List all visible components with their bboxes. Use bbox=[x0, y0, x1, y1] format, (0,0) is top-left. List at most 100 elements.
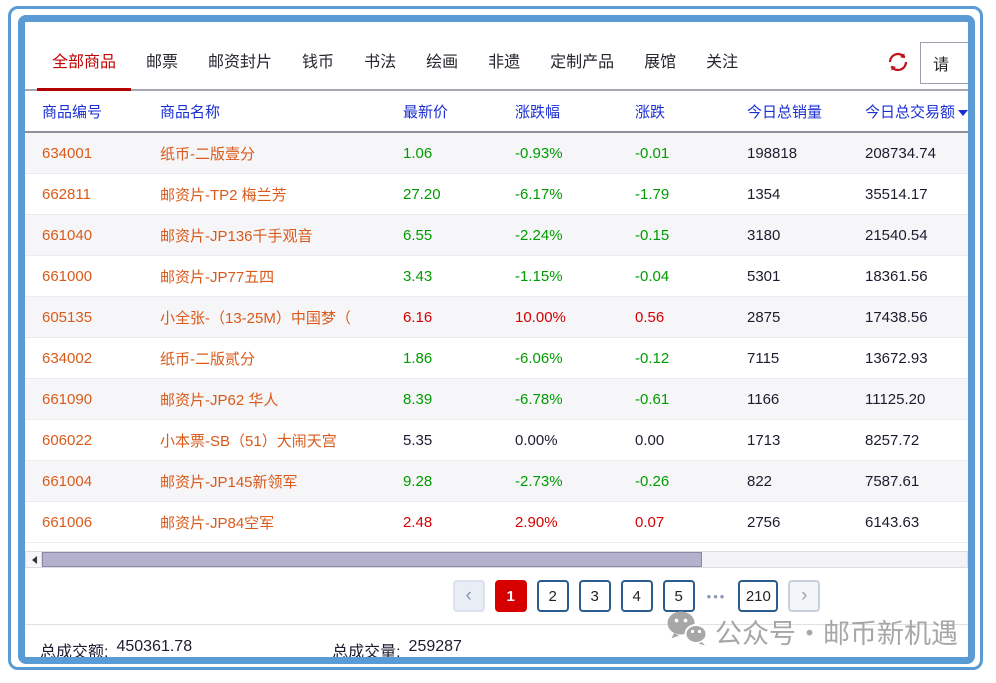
total-amount: 总成交额: 450361.78 bbox=[40, 638, 192, 662]
cell-latest-price: 3.43 bbox=[403, 268, 515, 285]
column-header-volume[interactable]: 今日总销量 bbox=[747, 101, 865, 122]
cell-product-id: 605135 bbox=[42, 309, 160, 326]
triangle-left-icon bbox=[28, 556, 37, 564]
cell-change-pct: 2.90% bbox=[515, 514, 635, 531]
cell-amount: 7587.61 bbox=[865, 473, 968, 490]
horizontal-scrollbar bbox=[25, 551, 968, 568]
pagination-ellipsis: ••• bbox=[707, 589, 727, 604]
refresh-button[interactable] bbox=[886, 50, 910, 74]
cell-product-id: 662811 bbox=[42, 186, 160, 203]
cell-latest-price: 5.35 bbox=[403, 432, 515, 449]
column-header-amount-label: 今日总交易额 bbox=[865, 104, 955, 121]
cell-product-name: 小全张-（13-25M）中国梦（ bbox=[160, 307, 403, 328]
column-header-product-name[interactable]: 商品名称 bbox=[160, 101, 403, 122]
column-header-product-id[interactable]: 商品编号 bbox=[42, 101, 160, 122]
table-row[interactable]: 661004邮资片-JP145新领军9.28-2.73%-0.268227587… bbox=[25, 461, 968, 502]
tab-item[interactable]: 邮资封片 bbox=[193, 30, 287, 89]
table-row[interactable]: 661000邮资片-JP77五四3.43-1.15%-0.04530118361… bbox=[25, 256, 968, 297]
table-row[interactable]: 606022小本票-SB（51）大闹天宫5.350.00%0.001713825… bbox=[25, 420, 968, 461]
cell-volume: 1354 bbox=[747, 186, 865, 203]
scrollbar-track[interactable] bbox=[42, 552, 967, 567]
tab-item[interactable]: 全部商品 bbox=[37, 30, 131, 89]
table-row[interactable]: 634002纸币-二版贰分1.86-6.06%-0.12711513672.93 bbox=[25, 338, 968, 379]
cell-change: 0.07 bbox=[635, 514, 747, 531]
page-button[interactable]: 5 bbox=[663, 580, 695, 612]
tab-item[interactable]: 非遗 bbox=[473, 30, 535, 89]
summary-bar: 总成交额: 450361.78 总成交量: 259287 bbox=[25, 624, 968, 662]
cell-change: -0.12 bbox=[635, 350, 747, 367]
cell-change: -1.79 bbox=[635, 186, 747, 203]
table-header: 商品编号 商品名称 最新价 涨跌幅 涨跌 今日总销量 今日总交易额 bbox=[25, 91, 968, 133]
cell-product-id: 606022 bbox=[42, 432, 160, 449]
cell-amount: 18361.56 bbox=[865, 268, 968, 285]
cell-latest-price: 6.55 bbox=[403, 227, 515, 244]
cell-product-id: 661006 bbox=[42, 514, 160, 531]
total-volume: 总成交量: 259287 bbox=[332, 638, 462, 662]
cell-change: 0.56 bbox=[635, 309, 747, 326]
pagination: ‹ 12345 ••• 210 › bbox=[165, 580, 975, 612]
cell-change-pct: -6.06% bbox=[515, 350, 635, 367]
refresh-icon bbox=[886, 62, 910, 77]
cell-latest-price: 6.16 bbox=[403, 309, 515, 326]
cell-amount: 11125.20 bbox=[865, 391, 968, 408]
cell-volume: 1166 bbox=[747, 391, 865, 408]
cell-change-pct: -6.17% bbox=[515, 186, 635, 203]
total-volume-label: 总成交量: bbox=[332, 638, 400, 662]
cell-change: -0.26 bbox=[635, 473, 747, 490]
table-row[interactable]: 661040邮资片-JP136千手观音6.55-2.24%-0.15318021… bbox=[25, 215, 968, 256]
page-button[interactable]: 2 bbox=[537, 580, 569, 612]
total-amount-label: 总成交额: bbox=[40, 638, 108, 662]
table-row[interactable]: 605135小全张-（13-25M）中国梦（6.1610.00%0.562875… bbox=[25, 297, 968, 338]
cell-latest-price: 1.06 bbox=[403, 145, 515, 162]
tab-item[interactable]: 邮票 bbox=[131, 30, 193, 89]
column-header-change-pct[interactable]: 涨跌幅 bbox=[515, 101, 635, 122]
tab-item[interactable]: 关注 bbox=[691, 30, 753, 89]
scrollbar-thumb[interactable] bbox=[42, 552, 702, 567]
tab-item[interactable]: 钱币 bbox=[287, 30, 349, 89]
cell-product-name: 小本票-SB（51）大闹天宫 bbox=[160, 430, 403, 451]
cell-latest-price: 2.48 bbox=[403, 514, 515, 531]
cell-product-id: 661000 bbox=[42, 268, 160, 285]
scroll-left-button[interactable] bbox=[26, 552, 42, 567]
page-button[interactable]: 3 bbox=[579, 580, 611, 612]
cell-amount: 13672.93 bbox=[865, 350, 968, 367]
cell-change: 0.00 bbox=[635, 432, 747, 449]
cell-volume: 2756 bbox=[747, 514, 865, 531]
cell-product-name: 邮资片-JP84空军 bbox=[160, 512, 403, 533]
table-row[interactable]: 661090邮资片-JP62 华人8.39-6.78%-0.6111661112… bbox=[25, 379, 968, 420]
table-row[interactable]: 662811邮资片-TP2 梅兰芳27.20-6.17%-1.791354355… bbox=[25, 174, 968, 215]
column-header-change[interactable]: 涨跌 bbox=[635, 101, 747, 122]
next-page-button[interactable]: › bbox=[788, 580, 820, 612]
cell-amount: 208734.74 bbox=[865, 145, 968, 162]
page-button[interactable]: 4 bbox=[621, 580, 653, 612]
cell-change-pct: 10.00% bbox=[515, 309, 635, 326]
search-input[interactable]: 请 bbox=[920, 42, 975, 84]
tab-item[interactable]: 定制产品 bbox=[535, 30, 629, 89]
tab-item[interactable]: 书法 bbox=[349, 30, 411, 89]
tab-item[interactable]: 展馆 bbox=[629, 30, 691, 89]
cell-product-name: 纸币-二版贰分 bbox=[160, 348, 403, 369]
last-page-button[interactable]: 210 bbox=[738, 580, 778, 612]
column-header-latest-price[interactable]: 最新价 bbox=[403, 101, 515, 122]
cell-change-pct: 0.00% bbox=[515, 432, 635, 449]
tab-item[interactable]: 绘画 bbox=[411, 30, 473, 89]
cell-product-id: 661040 bbox=[42, 227, 160, 244]
cell-change: -0.61 bbox=[635, 391, 747, 408]
cell-volume: 2875 bbox=[747, 309, 865, 326]
cell-change-pct: -2.24% bbox=[515, 227, 635, 244]
cell-change: -0.04 bbox=[635, 268, 747, 285]
prev-page-button[interactable]: ‹ bbox=[453, 580, 485, 612]
cell-volume: 822 bbox=[747, 473, 865, 490]
cell-amount: 6143.63 bbox=[865, 514, 968, 531]
market-panel: 全部商品邮票邮资封片钱币书法绘画非遗定制产品展馆关注 请 商品编号 商品名称 最… bbox=[18, 15, 975, 664]
page-button-active[interactable]: 1 bbox=[495, 580, 527, 612]
column-header-amount[interactable]: 今日总交易额 bbox=[865, 101, 968, 122]
cell-volume: 3180 bbox=[747, 227, 865, 244]
cell-product-id: 661090 bbox=[42, 391, 160, 408]
table-row[interactable]: 661006邮资片-JP84空军2.482.90%0.0727566143.63 bbox=[25, 502, 968, 543]
table-row[interactable]: 634001纸币-二版壹分1.06-0.93%-0.01198818208734… bbox=[25, 133, 968, 174]
cell-product-name: 邮资片-JP62 华人 bbox=[160, 389, 403, 410]
cell-amount: 17438.56 bbox=[865, 309, 968, 326]
cell-product-name: 邮资片-TP2 梅兰芳 bbox=[160, 184, 403, 205]
cell-product-name: 邮资片-JP145新领军 bbox=[160, 471, 403, 492]
